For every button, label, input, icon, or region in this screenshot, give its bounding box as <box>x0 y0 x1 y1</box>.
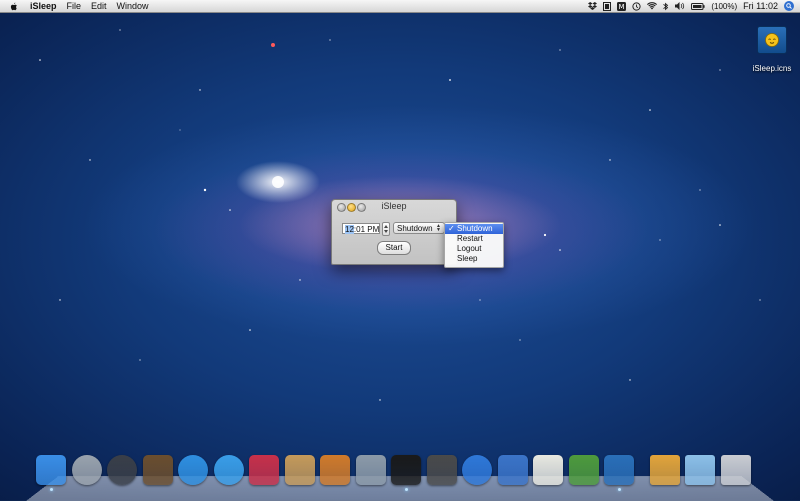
running-indicator <box>404 488 408 491</box>
time-machine-icon[interactable] <box>632 1 641 11</box>
dropdown-item-label: Restart <box>457 234 483 243</box>
automator-icon[interactable] <box>355 455 386 485</box>
menu-file[interactable]: File <box>67 0 82 12</box>
desktop-file-isleep-icns[interactable]: iSleep.icns <box>748 26 796 73</box>
battery-percentage: (100%) <box>711 1 738 11</box>
window-titlebar[interactable]: iSleep <box>332 200 456 213</box>
apple-menu-icon[interactable] <box>8 2 20 11</box>
isleep-file-icon <box>757 26 787 54</box>
bluetooth-icon[interactable] <box>663 2 669 11</box>
running-indicator <box>617 488 621 491</box>
time-input[interactable]: 12:01 PM <box>342 223 380 234</box>
stepper-down-icon[interactable] <box>384 230 388 233</box>
action-popup-button[interactable]: Shutdown ▲ ▼ <box>393 222 445 234</box>
trash-icon[interactable] <box>720 455 751 485</box>
downloads-folder-icon[interactable] <box>685 455 715 485</box>
popup-arrows-icon: ▲ ▼ <box>436 223 441 233</box>
app-store-icon[interactable] <box>178 455 208 485</box>
stepper-up-icon[interactable] <box>384 225 388 228</box>
svg-text:M: M <box>619 3 625 11</box>
dropdown-item-label: Sleep <box>457 254 478 263</box>
mission-control-icon[interactable] <box>142 455 173 485</box>
dropdown-item-label: Shutdown <box>457 224 493 233</box>
photo-gallery-icon[interactable] <box>320 455 350 485</box>
imovie-icon[interactable] <box>426 455 457 485</box>
developer-app-icon[interactable] <box>391 455 421 485</box>
charts-app-icon[interactable] <box>568 455 599 485</box>
menu-app-name[interactable]: iSleep <box>30 1 57 11</box>
itunes-icon[interactable] <box>462 455 492 485</box>
desktop-file-label: iSleep.icns <box>752 64 792 73</box>
running-indicator <box>49 488 53 491</box>
start-button[interactable]: Start <box>377 241 411 255</box>
dropdown-item-restart[interactable]: Restart <box>445 234 503 244</box>
window-title: iSleep <box>381 201 407 211</box>
time-hour-segment[interactable]: 12 <box>345 225 354 234</box>
package-icon[interactable] <box>649 455 680 485</box>
isleep-dock-icon[interactable] <box>604 455 634 485</box>
dropdown-item-sleep[interactable]: Sleep <box>445 254 503 264</box>
status-area: M (100%) Fri 11:02 <box>588 0 794 12</box>
launchpad-icon[interactable] <box>71 455 102 485</box>
photo-booth-icon[interactable] <box>249 455 279 485</box>
volume-icon[interactable] <box>675 2 685 10</box>
time-stepper[interactable] <box>382 222 390 236</box>
safari-icon[interactable] <box>213 455 244 485</box>
dock <box>34 455 774 491</box>
battery-icon[interactable] <box>691 2 705 10</box>
checkmark-icon: ✓ <box>448 224 455 233</box>
menu-edit[interactable]: Edit <box>91 0 107 12</box>
xcode-icon[interactable] <box>497 455 528 485</box>
dropdown-item-label: Logout <box>457 244 482 253</box>
action-popup-value: Shutdown <box>397 224 433 233</box>
menu-window[interactable]: Window <box>117 0 149 12</box>
dropdown-item-logout[interactable]: Logout <box>445 244 503 254</box>
dashboard-icon[interactable] <box>107 455 137 485</box>
battery-monitor-icon[interactable] <box>603 1 612 11</box>
gmail-notifier-icon[interactable]: M <box>617 1 627 11</box>
isleep-window: iSleep 12:01 PM Shutdown ▲ ▼ Start <box>331 199 457 265</box>
dropbox-icon[interactable] <box>588 2 598 10</box>
dropdown-item-shutdown[interactable]: ✓ Shutdown <box>445 224 503 234</box>
finder-icon[interactable] <box>36 455 66 485</box>
action-dropdown-menu: ✓ Shutdown Restart Logout Sleep <box>444 222 504 268</box>
iphoto-icon[interactable] <box>284 455 315 485</box>
menu-bar: iSleep File Edit Window M (100%) Fri 11:… <box>0 0 800 13</box>
wifi-icon[interactable] <box>647 2 658 10</box>
time-minute-segment[interactable]: :01 PM <box>354 225 379 234</box>
spotlight-search-icon[interactable] <box>784 1 794 11</box>
menubar-clock[interactable]: Fri 11:02 <box>743 1 778 11</box>
text-edit-icon[interactable] <box>533 455 563 485</box>
